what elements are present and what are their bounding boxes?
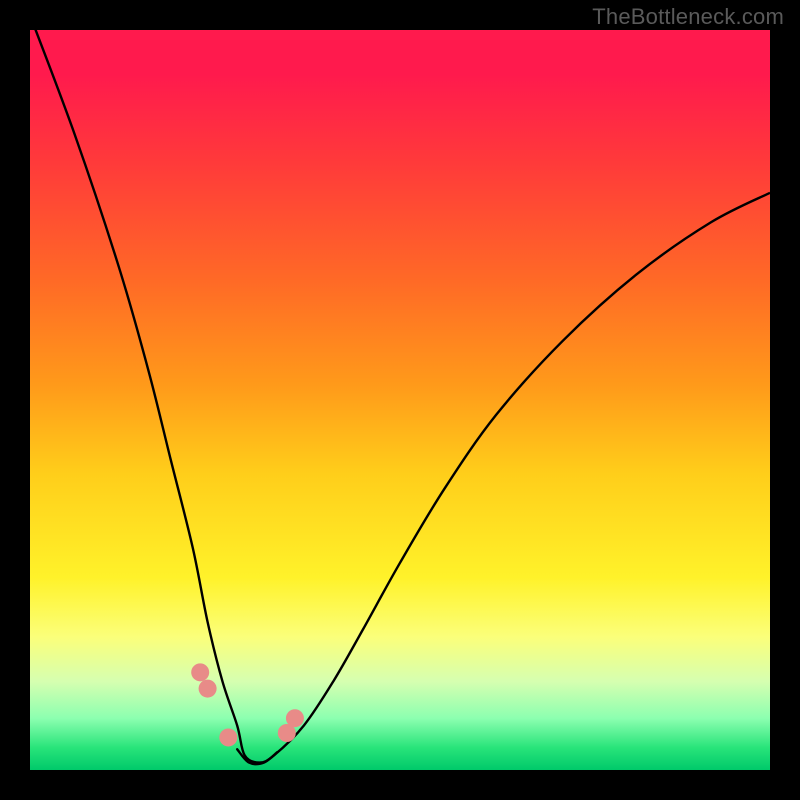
bottleneck-curve bbox=[30, 30, 770, 770]
watermark-text: TheBottleneck.com bbox=[592, 4, 784, 30]
curve-marker bbox=[286, 709, 304, 727]
curve-marker bbox=[191, 663, 209, 681]
curve-marker bbox=[219, 728, 237, 746]
plot-area bbox=[30, 30, 770, 770]
curve-markers bbox=[191, 663, 304, 746]
chart-canvas: TheBottleneck.com bbox=[0, 0, 800, 800]
curve-path bbox=[30, 15, 770, 762]
curve-marker bbox=[199, 680, 217, 698]
